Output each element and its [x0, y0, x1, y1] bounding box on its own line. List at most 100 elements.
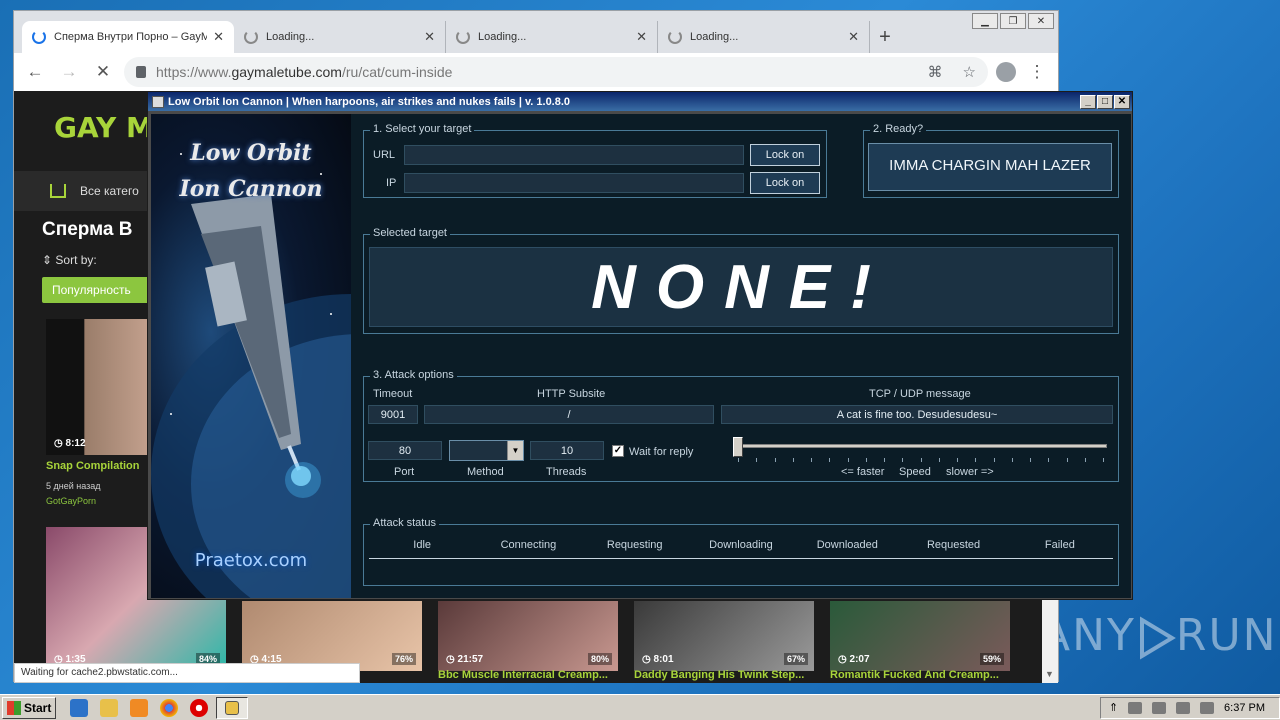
- lock-on-ip-button[interactable]: Lock on: [750, 172, 820, 194]
- subsite-input[interactable]: /: [424, 405, 714, 424]
- slider-tick: [1084, 458, 1086, 462]
- message-input[interactable]: A cat is fine too. Desudesudesu~: [721, 405, 1113, 424]
- lock-on-url-button[interactable]: Lock on: [750, 144, 820, 166]
- url-input[interactable]: [404, 145, 744, 165]
- method-select[interactable]: ▼: [449, 440, 524, 461]
- sort-label: ⇕ Sort by:: [42, 253, 97, 267]
- slider-tick: [1048, 458, 1050, 462]
- tab-close-icon[interactable]: ✕: [636, 29, 647, 45]
- close-button[interactable]: ✕: [1114, 94, 1130, 109]
- timeout-input[interactable]: 9001: [368, 405, 418, 424]
- system-tray: ⇑ 6:37 PM: [1099, 696, 1280, 719]
- opera-icon[interactable]: [190, 698, 208, 717]
- maximize-button[interactable]: ❐: [1000, 13, 1026, 29]
- group-legend: Attack status: [370, 517, 439, 529]
- new-tab-button[interactable]: +: [870, 21, 900, 53]
- tab-loading[interactable]: Loading... ✕: [234, 21, 446, 53]
- video-title[interactable]: Romantik Fucked And Creamp...: [830, 669, 1010, 681]
- maximize-button[interactable]: □: [1097, 94, 1113, 109]
- speed-faster-label: <= faster: [841, 466, 885, 478]
- video-channel[interactable]: GotGayPorn: [46, 496, 96, 506]
- tray-expand-icon[interactable]: ⇑: [1109, 701, 1118, 714]
- tab-close-icon[interactable]: ✕: [213, 29, 224, 45]
- slider-tick: [756, 458, 758, 462]
- video-thumbnail[interactable]: ◷ 8:01 67%: [634, 601, 814, 671]
- flag-icon[interactable]: [1152, 701, 1167, 714]
- menu-kebab-icon[interactable]: ⋮: [1024, 62, 1050, 82]
- play-icon: [1139, 616, 1176, 660]
- slider-tick: [792, 458, 794, 462]
- tab-loading[interactable]: Loading... ✕: [658, 21, 870, 53]
- slider-tick: [738, 458, 739, 462]
- chrome-icon[interactable]: [160, 698, 178, 717]
- loic-window: Low Orbit Ion Cannon | When harpoons, ai…: [147, 91, 1133, 600]
- close-button[interactable]: ✕: [1028, 13, 1054, 29]
- stop-icon[interactable]: ✕: [90, 62, 116, 82]
- wait-reply-checkbox[interactable]: ✓: [612, 445, 624, 457]
- nav-categories[interactable]: Все катего: [80, 184, 139, 198]
- anyrun-watermark: ANY RUN: [1040, 610, 1278, 661]
- speed-slider-track[interactable]: [733, 444, 1107, 448]
- browser-window-controls: ▁ ❐ ✕: [972, 13, 1054, 29]
- ip-label: IP: [386, 177, 397, 189]
- back-icon[interactable]: ←: [22, 62, 48, 82]
- tab-active[interactable]: Сперма Внутри Порно – GayM ✕: [22, 21, 234, 53]
- slider-tick: [884, 458, 885, 462]
- minimize-button[interactable]: ▁: [972, 13, 998, 29]
- fire-lazer-button[interactable]: IMMA CHARGIN MAH LAZER: [868, 143, 1112, 191]
- translate-icon[interactable]: ⌘: [928, 63, 943, 81]
- video-rating: 59%: [979, 653, 1004, 665]
- video-thumbnail[interactable]: ◷ 2:07 59%: [830, 601, 1010, 671]
- sort-popular-button[interactable]: Популярность: [42, 277, 152, 303]
- threads-input[interactable]: 10: [530, 441, 604, 460]
- address-bar[interactable]: https://www. gaymaletube.com /ru/cat/cum…: [124, 57, 988, 87]
- ie-icon[interactable]: [70, 698, 88, 717]
- tab-close-icon[interactable]: ✕: [424, 29, 435, 45]
- video-duration: ◷ 8:12: [54, 438, 86, 449]
- video-title[interactable]: Daddy Banging His Twink Step...: [634, 669, 814, 681]
- windows-flag-icon: [7, 700, 21, 715]
- group-legend: 3. Attack options: [370, 369, 457, 381]
- status-column-connecting: Connecting: [500, 539, 557, 551]
- tab-loading[interactable]: Loading... ✕: [446, 21, 658, 53]
- display-icon[interactable]: [1200, 701, 1215, 714]
- video-thumbnail[interactable]: ◷ 8:12: [46, 319, 154, 455]
- tab-close-icon[interactable]: ✕: [848, 29, 859, 45]
- volume-icon[interactable]: [1176, 701, 1191, 714]
- port-input[interactable]: 80: [368, 441, 442, 460]
- slider-tick: [993, 458, 995, 462]
- home-icon[interactable]: [50, 184, 66, 198]
- video-duration-text: 8:01: [653, 654, 674, 665]
- explorer-icon[interactable]: [100, 698, 118, 717]
- speed-slider-thumb[interactable]: [733, 437, 743, 457]
- site-logo[interactable]: GAY M: [54, 111, 154, 144]
- video-title[interactable]: Snap Compilation: [46, 460, 154, 472]
- taskbar-loic-button[interactable]: [216, 696, 248, 719]
- minimize-button[interactable]: _: [1080, 94, 1096, 109]
- loic-titlebar[interactable]: Low Orbit Ion Cannon | When harpoons, ai…: [148, 92, 1132, 111]
- start-button[interactable]: Start: [2, 696, 56, 719]
- forward-icon[interactable]: →: [56, 62, 82, 82]
- start-label: Start: [24, 700, 52, 715]
- lock-icon: [136, 66, 146, 78]
- video-thumbnail[interactable]: ◷ 4:15 76%: [242, 601, 422, 671]
- chevron-down-icon[interactable]: ▼: [507, 441, 523, 460]
- media-player-icon[interactable]: [130, 698, 148, 717]
- video-title[interactable]: Bbc Muscle Interracial Creamp...: [438, 669, 618, 681]
- attack-status-group: Attack status: [363, 517, 1119, 586]
- status-column-downloaded: Downloaded: [816, 539, 878, 551]
- scroll-down-icon[interactable]: ▼: [1045, 669, 1054, 679]
- loic-app-icon: [225, 700, 239, 715]
- network-icon[interactable]: [1128, 701, 1143, 714]
- video-duration: ◷ 2:07: [838, 654, 870, 665]
- banner-title-line2: Ion Cannon: [179, 176, 323, 202]
- ip-input[interactable]: [404, 173, 744, 193]
- banner-footer: Praetox.com: [194, 550, 308, 571]
- method-label: Method: [467, 466, 504, 478]
- video-rating: 80%: [587, 653, 612, 665]
- bookmark-star-icon[interactable]: ☆: [963, 63, 976, 81]
- video-thumbnail[interactable]: ◷ 21:57 80%: [438, 601, 618, 671]
- profile-avatar-icon[interactable]: [996, 62, 1016, 82]
- video-duration-text: 2:07: [849, 654, 870, 665]
- slider-tick: [975, 458, 977, 462]
